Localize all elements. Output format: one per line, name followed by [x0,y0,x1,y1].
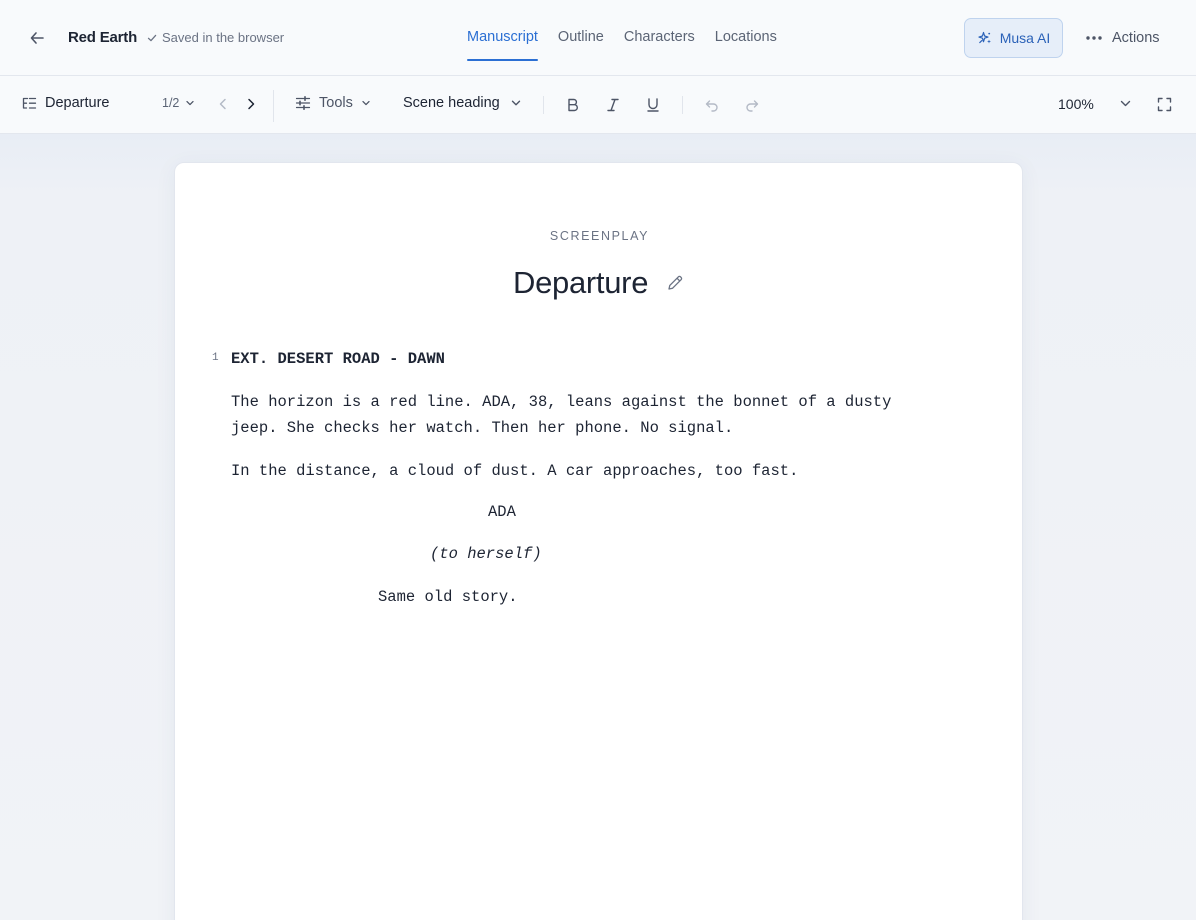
top-bar: Red Earth Saved in the browser Manuscrip… [0,0,1196,76]
scene-selector[interactable]: Departure [22,95,109,111]
save-status-label: Saved in the browser [162,30,285,45]
actions-label: Actions [1112,30,1160,46]
chevron-down-icon [510,97,522,109]
dialogue[interactable]: Same old story. [378,588,518,606]
bold-button[interactable] [564,96,582,114]
chevron-down-icon [185,98,195,108]
page-indicator[interactable]: 1/2 [162,96,195,110]
tools-label: Tools [319,95,353,111]
character-cue[interactable]: ADA [488,503,516,521]
edit-title-button[interactable] [666,274,684,292]
toolbar-divider [273,90,274,122]
save-status: Saved in the browser [147,30,284,45]
undo-icon [703,96,721,114]
element-format-select[interactable]: Scene heading [403,95,522,111]
pencil-icon [666,274,684,292]
undo-button[interactable] [703,96,721,114]
underline-button[interactable] [644,96,662,114]
sparkles-icon [977,30,993,46]
check-icon [147,33,157,43]
chevron-left-icon [215,95,231,113]
toolbar-divider [682,96,683,114]
next-page-button[interactable] [243,95,259,113]
scene-selector-label: Departure [45,95,110,111]
scene-number: 1 [212,352,219,364]
redo-button[interactable] [743,96,761,114]
tab-manuscript[interactable]: Manuscript [467,0,538,76]
document-type-label: SCREENPLAY [549,229,650,243]
tools-menu-button[interactable]: Tools [295,95,371,111]
page-indicator-label: 1/2 [162,96,180,110]
tab-characters[interactable]: Characters [624,0,695,76]
outline-list-icon [22,96,37,111]
action-line[interactable]: The horizon is a red line. ADA, 38, lean… [231,389,931,415]
scene-heading[interactable]: EXT. DESERT ROAD - DAWN [231,350,445,368]
toolbar-divider [543,96,544,114]
arrow-left-icon [28,29,46,47]
editor-toolbar: Departure 1/2 Tools Scene heading 100% [0,76,1196,134]
sliders-icon [295,95,311,111]
chevron-down-icon [1119,97,1132,110]
document-title[interactable]: Departure [513,265,648,301]
parenthetical[interactable]: (to herself) [430,545,542,563]
musa-ai-label: Musa AI [999,30,1051,46]
tab-outline[interactable]: Outline [558,0,604,76]
bold-icon [564,96,582,114]
chevron-right-icon [243,95,259,113]
chevron-down-icon [361,98,371,108]
fullscreen-button[interactable] [1157,97,1172,112]
ellipsis-icon [1084,35,1104,41]
project-title: Red Earth [68,29,138,46]
italic-icon [604,96,622,114]
zoom-level[interactable]: 100% [1058,96,1094,112]
actions-button[interactable]: Actions [1084,22,1160,54]
fullscreen-icon [1157,97,1172,112]
action-line[interactable]: jeep. She checks her watch. Then her pho… [231,415,931,441]
redo-icon [743,96,761,114]
screenplay-page[interactable]: SCREENPLAY Departure 1 EXT. DESERT ROAD … [174,162,1023,920]
element-format-label: Scene heading [403,95,500,111]
previous-page-button[interactable] [215,95,231,113]
tab-locations[interactable]: Locations [715,0,777,76]
action-line[interactable]: In the distance, a cloud of dust. A car … [231,458,931,484]
back-button[interactable] [26,27,48,49]
underline-icon [644,96,662,114]
nav-tabs: Manuscript Outline Characters Locations [467,0,797,76]
musa-ai-button[interactable]: Musa AI [964,18,1063,58]
italic-button[interactable] [604,96,622,114]
zoom-dropdown-button[interactable] [1119,97,1132,110]
